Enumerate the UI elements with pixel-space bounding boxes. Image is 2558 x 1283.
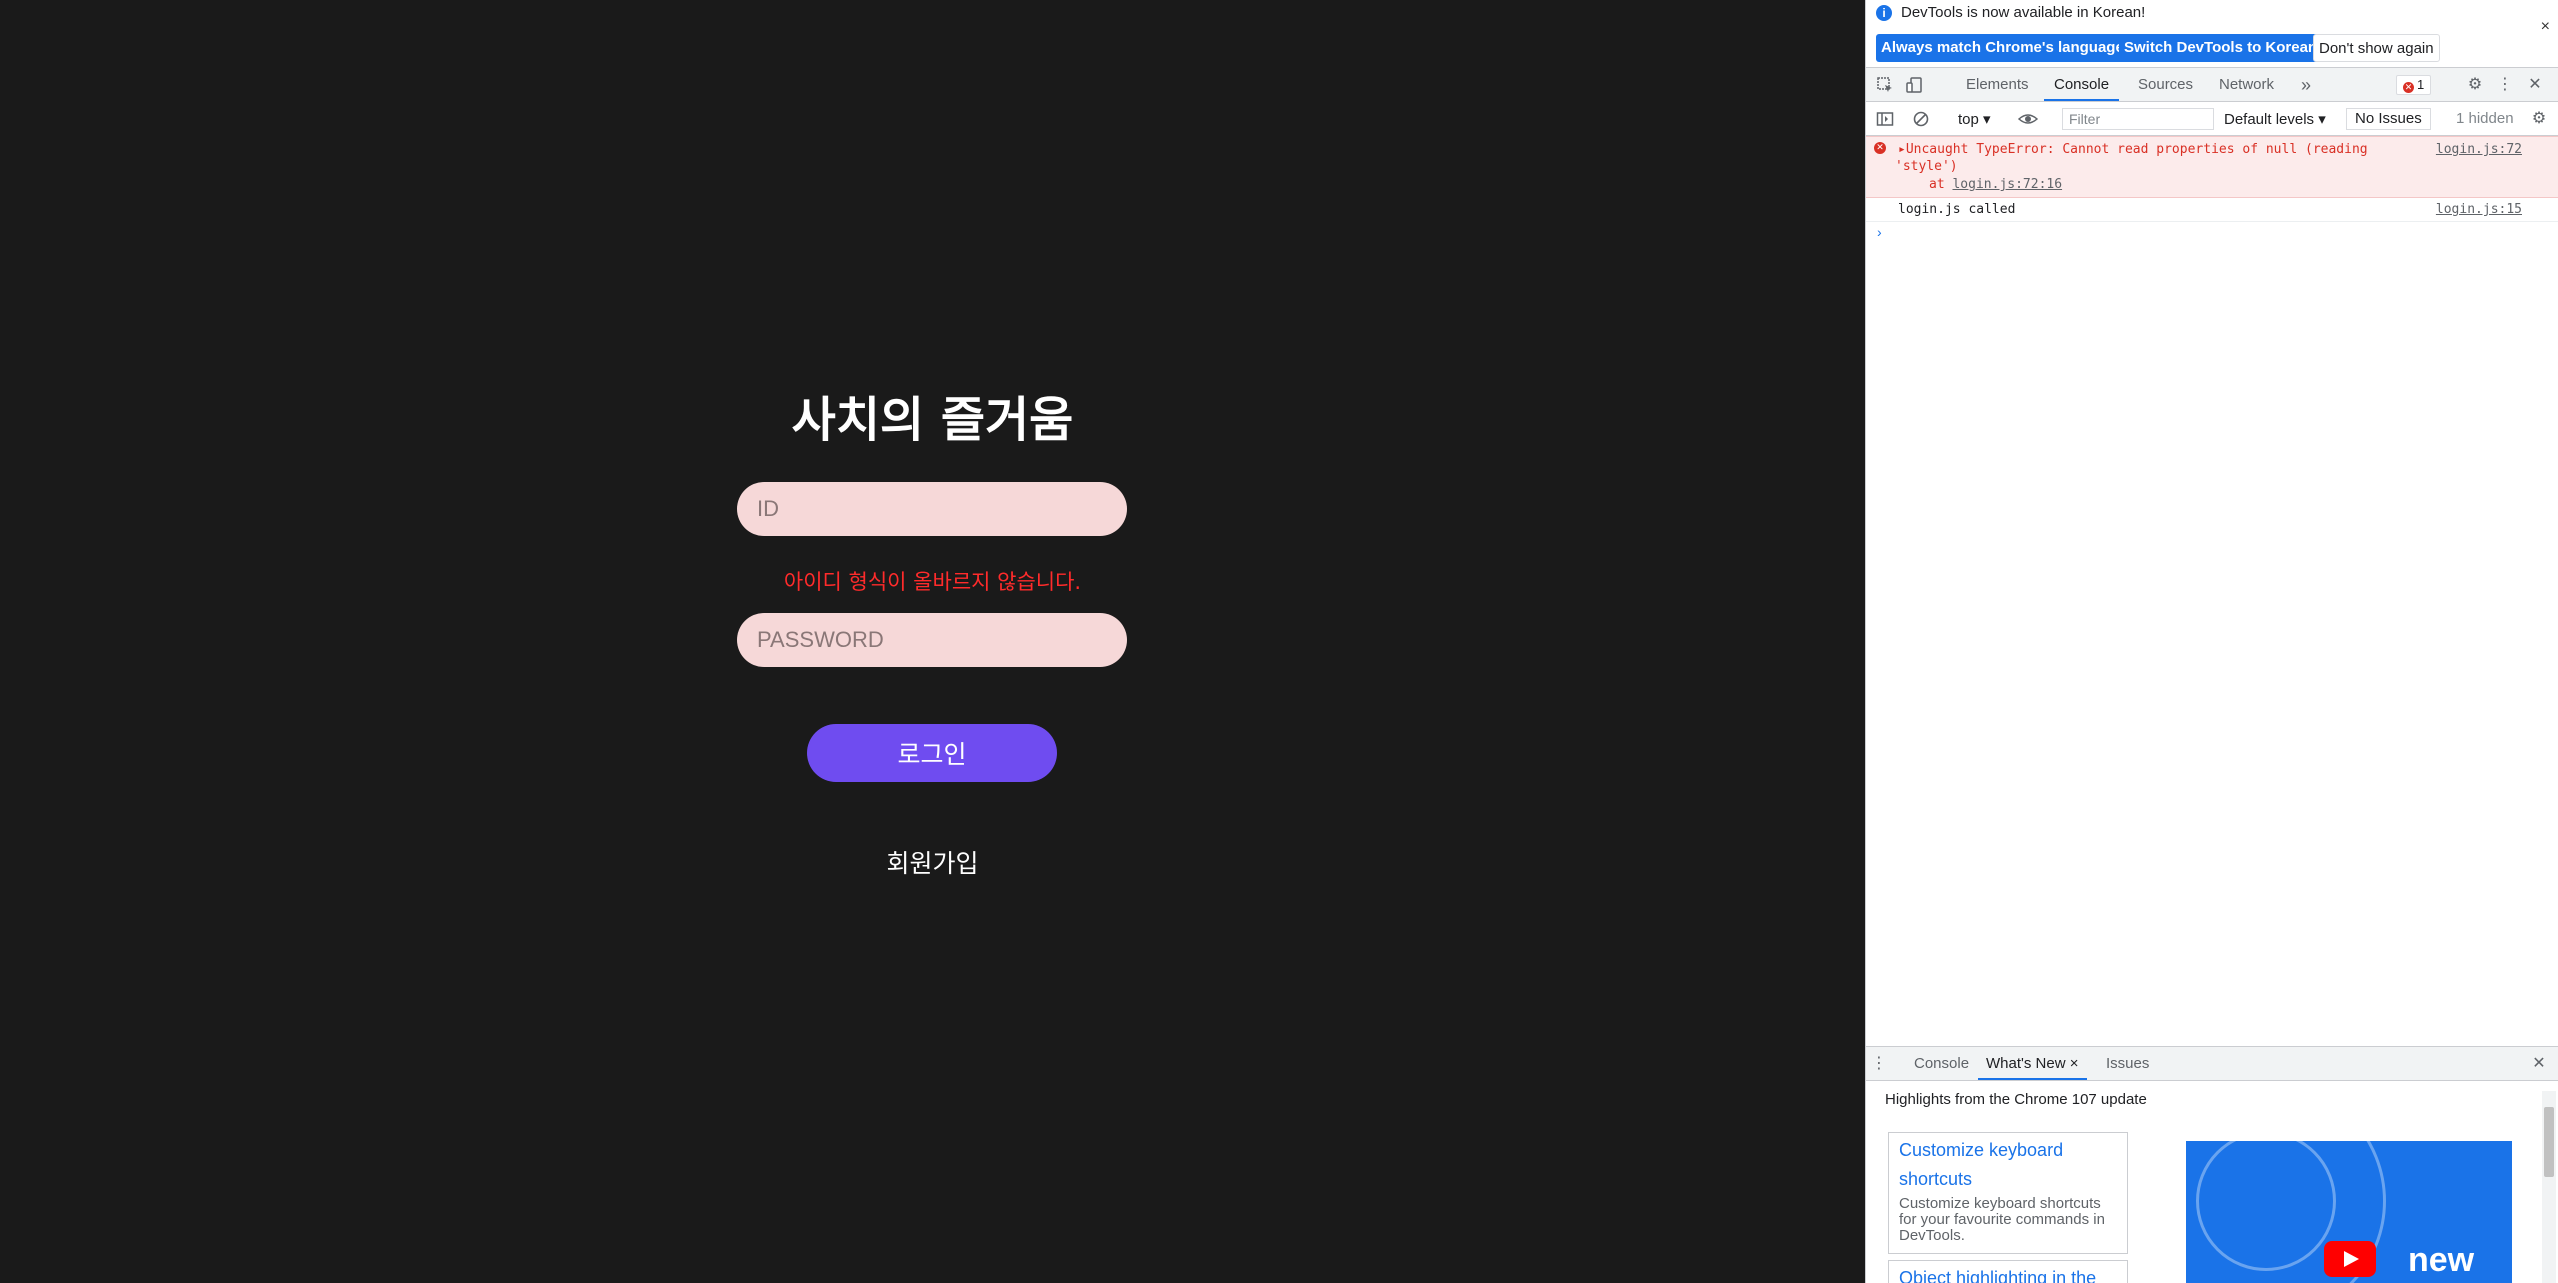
scrollbar-thumb[interactable]: [2544, 1107, 2554, 1177]
infobar-message: DevTools is now available in Korean!: [1901, 4, 2146, 21]
tab-network[interactable]: Network: [2219, 68, 2274, 101]
close-icon[interactable]: ×: [2541, 18, 2550, 36]
dont-show-again-button[interactable]: Don't show again: [2313, 34, 2440, 62]
eye-icon[interactable]: [2017, 110, 2039, 128]
hidden-count: 1 hidden: [2456, 110, 2514, 127]
inspect-element-icon[interactable]: [1876, 76, 1894, 94]
sidebar-toggle-icon[interactable]: [1876, 110, 1894, 128]
error-icon: ✕: [2403, 82, 2414, 93]
language-infobar: i DevTools is now available in Korean! ×…: [1866, 0, 2558, 68]
context-selector[interactable]: top ▾: [1958, 110, 1991, 128]
whats-new-card[interactable]: Object highlighting in the: [1888, 1260, 2128, 1283]
whats-new-video-thumbnail[interactable]: new: [2186, 1141, 2512, 1283]
tab-console[interactable]: Console: [2044, 68, 2120, 101]
whats-new-card[interactable]: Customize keyboard shortcuts Customize k…: [1888, 1132, 2128, 1254]
console-prompt[interactable]: ›: [1866, 222, 2558, 246]
device-toolbar-icon[interactable]: [1906, 76, 1924, 94]
issues-button[interactable]: No Issues: [2346, 108, 2431, 130]
info-icon: i: [1876, 5, 1892, 21]
drawer-tab-issues[interactable]: Issues: [2106, 1047, 2149, 1080]
gear-icon[interactable]: ⚙: [2466, 76, 2484, 94]
tab-elements[interactable]: Elements: [1966, 68, 2029, 101]
page-title: 사치의 즐거움: [791, 392, 1074, 448]
error-count-badge[interactable]: ✕ 1: [2396, 75, 2432, 95]
card-description: Customize keyboard shortcuts for your fa…: [1899, 1195, 2105, 1244]
clear-console-icon[interactable]: [1912, 110, 1930, 128]
switch-korean-button[interactable]: Switch DevTools to Korean: [2119, 34, 2323, 62]
console-error-message[interactable]: ✕ ▸Uncaught TypeError: Cannot read prope…: [1866, 136, 2558, 198]
close-tab-icon[interactable]: ×: [2070, 1055, 2079, 1072]
close-drawer-icon[interactable]: ✕: [2530, 1055, 2548, 1073]
kebab-menu-icon[interactable]: ⋮: [2496, 76, 2514, 94]
error-text: ▸Uncaught TypeError: Cannot read propert…: [1898, 142, 2368, 157]
id-error-message: 아이디 형식이 올바르지 않습니다.: [783, 570, 1082, 594]
console-toolbar: top ▾ Default levels ▾ No Issues 1 hidde…: [1866, 102, 2558, 136]
drawer-tab-whats-new[interactable]: What's New ×: [1978, 1047, 2087, 1080]
console-settings-icon[interactable]: ⚙: [2530, 110, 2548, 128]
video-caption: new: [2408, 1241, 2475, 1279]
drawer-tabbar: ⋮ Console What's New × Issues ✕: [1866, 1047, 2558, 1081]
login-page: 사치의 즐거움 아이디 형식이 올바르지 않습니다. 로그인 회원가입: [0, 0, 1865, 1283]
card-title[interactable]: Customize keyboard shortcuts: [1889, 1133, 2127, 1194]
card-title[interactable]: Object highlighting in the: [1889, 1261, 2127, 1283]
console-log-message: login.js called login.js:15: [1866, 198, 2558, 222]
tab-sources[interactable]: Sources: [2138, 68, 2193, 101]
error-count: 1: [2417, 77, 2425, 92]
youtube-play-icon[interactable]: [2324, 1241, 2376, 1277]
drawer-menu-icon[interactable]: ⋮: [1870, 1055, 1888, 1073]
console-messages: ✕ ▸Uncaught TypeError: Cannot read prope…: [1866, 136, 2558, 246]
filter-input[interactable]: [2062, 108, 2214, 130]
stack-link[interactable]: login.js:72:16: [1952, 177, 2062, 192]
error-text-cont: 'style'): [1895, 159, 1958, 174]
signup-link[interactable]: 회원가입: [0, 844, 1865, 880]
login-button[interactable]: 로그인: [807, 724, 1057, 782]
error-icon: ✕: [1874, 142, 1886, 154]
id-input[interactable]: [737, 482, 1127, 536]
error-source-link[interactable]: login.js:72: [2436, 142, 2522, 157]
password-input[interactable]: [737, 613, 1127, 667]
whats-new-heading: Highlights from the Chrome 107 update: [1885, 1091, 2147, 1108]
devtools-tabbar: Elements Console Sources Network » ✕ 1 ⚙ …: [1866, 68, 2558, 102]
log-text: login.js called: [1898, 202, 2016, 217]
devtools-panel: i DevTools is now available in Korean! ×…: [1865, 0, 2558, 1283]
devtools-drawer: ⋮ Console What's New × Issues ✕ Highligh…: [1866, 1046, 2558, 1283]
drawer-tab-console[interactable]: Console: [1914, 1047, 1969, 1080]
match-language-button[interactable]: Always match Chrome's language: [1876, 34, 2129, 62]
drawer-scrollbar[interactable]: [2542, 1091, 2556, 1283]
close-devtools-icon[interactable]: ✕: [2526, 76, 2544, 94]
log-levels-dropdown[interactable]: Default levels ▾: [2224, 110, 2326, 128]
log-source-link[interactable]: login.js:15: [2436, 202, 2522, 217]
prompt-chevron-icon: ›: [1877, 224, 1882, 240]
error-stack: at login.js:72:16: [1929, 177, 2063, 192]
more-tabs-icon[interactable]: »: [2301, 68, 2311, 101]
